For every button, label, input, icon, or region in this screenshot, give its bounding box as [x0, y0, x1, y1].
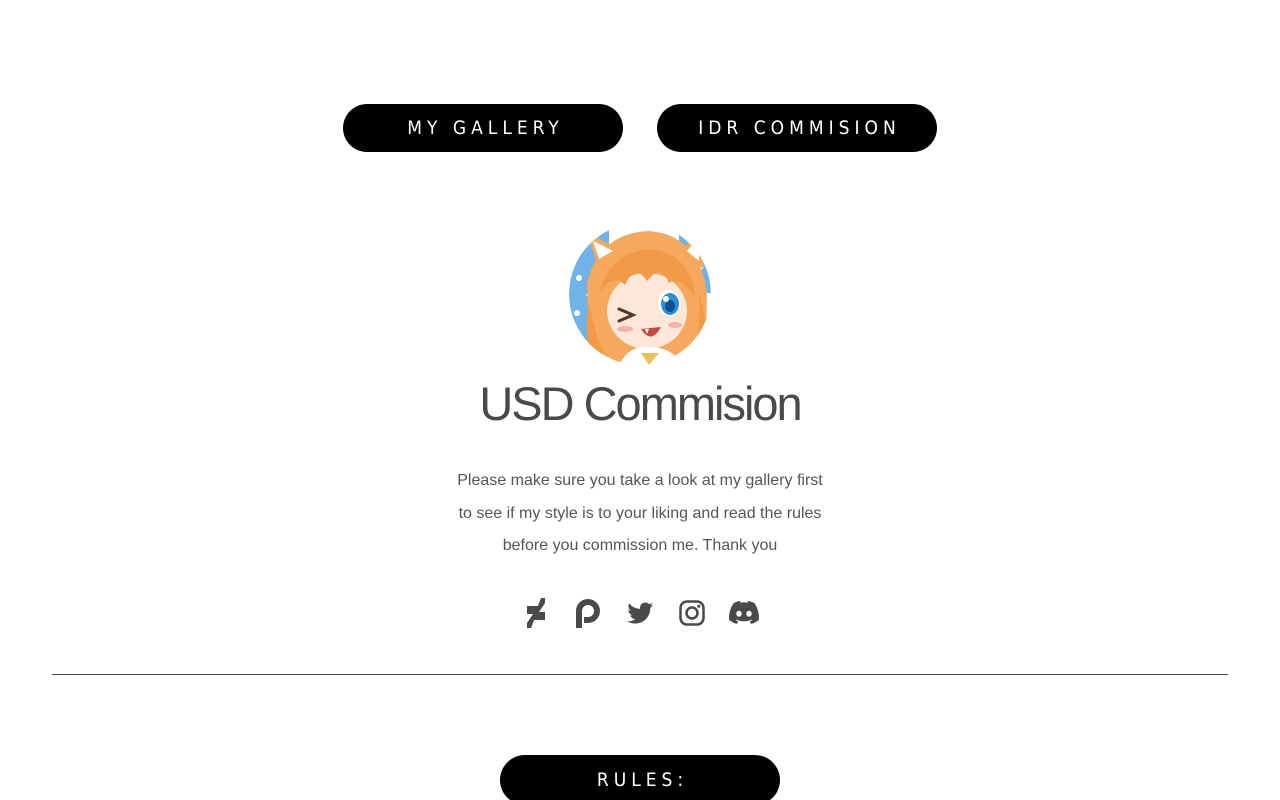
description: Please make sure you take a look at my g… — [390, 465, 890, 563]
idr-commision-label: IDR COMMISION — [698, 117, 901, 139]
deviantart-icon[interactable] — [521, 598, 551, 628]
page-title: USD Commision — [479, 377, 802, 430]
avatar — [569, 223, 711, 365]
anime-fox-girl-avatar-icon — [569, 223, 711, 365]
description-line: to see if my style is to your liking and… — [458, 504, 822, 522]
page: MY GALLERY IDR COMMISION USD Commision P… — [0, 0, 1280, 800]
rules-label: RULES: — [596, 769, 689, 791]
rules-button[interactable]: RULES: — [500, 755, 780, 800]
twitter-icon[interactable] — [625, 598, 655, 628]
instagram-icon[interactable] — [677, 598, 707, 628]
social-links — [0, 598, 1280, 628]
description-line: Please make sure you take a look at my g… — [457, 472, 823, 489]
discord-icon[interactable] — [729, 598, 759, 628]
divider — [52, 674, 1228, 675]
my-gallery-label: MY GALLERY — [407, 117, 564, 139]
patreon-icon[interactable] — [573, 598, 603, 628]
description-line: before you commission me. Thank you — [502, 537, 778, 554]
my-gallery-button[interactable]: MY GALLERY — [343, 104, 623, 152]
idr-commision-button[interactable]: IDR COMMISION — [657, 104, 937, 152]
